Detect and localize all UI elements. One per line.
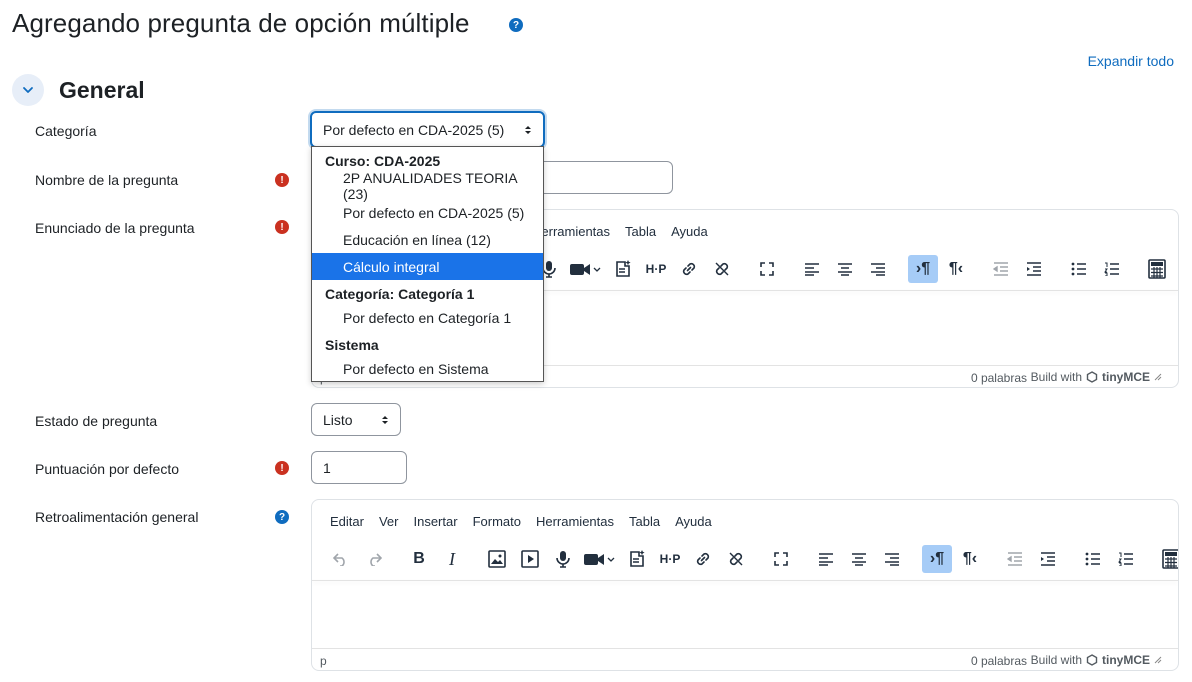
ltr-icon[interactable]: ›¶ <box>908 255 938 283</box>
menu-editar[interactable]: Editar <box>330 514 364 529</box>
editor-toolbar: H·P ›¶ ¶‹ <box>534 252 1175 286</box>
redo-icon[interactable] <box>359 545 389 573</box>
question-name-label: Nombre de la pregunta <box>35 172 179 188</box>
outdent-icon[interactable] <box>986 255 1016 283</box>
help-icon[interactable]: ? <box>275 510 289 524</box>
category-dropdown-list[interactable]: Curso: CDA-2025 2P ANUALIDADES TEORIA (2… <box>311 146 544 382</box>
menu-ayuda[interactable]: Ayuda <box>675 514 712 529</box>
help-icon[interactable]: ? <box>509 18 523 32</box>
tinymce-logo-icon <box>1086 371 1098 383</box>
italic-icon[interactable]: I <box>437 545 467 573</box>
default-mark-input[interactable]: 1 <box>311 451 407 484</box>
bullet-list-icon[interactable] <box>1064 255 1094 283</box>
indent-icon[interactable] <box>1019 255 1049 283</box>
option-defecto-sistema[interactable]: Por defecto en Sistema <box>312 355 543 382</box>
fullscreen-icon[interactable] <box>752 255 782 283</box>
option-educacion-linea[interactable]: Educación en línea (12) <box>312 226 543 253</box>
numbered-list-icon[interactable] <box>1111 545 1141 573</box>
align-left-icon[interactable] <box>811 545 841 573</box>
editor-toolbar: B I H·P ›¶ ¶‹ <box>326 542 1178 576</box>
h5p-icon[interactable]: H·P <box>655 545 685 573</box>
option-defecto-categoria-1[interactable]: Por defecto en Categoría 1 <box>312 304 543 331</box>
align-left-icon[interactable] <box>797 255 827 283</box>
resize-handle-icon[interactable] <box>1154 656 1162 664</box>
menu-ver[interactable]: Ver <box>379 514 399 529</box>
status-select-value: Listo <box>323 411 353 428</box>
element-path[interactable]: p <box>320 654 327 668</box>
category-select[interactable]: Por defecto en CDA-2025 (5) <box>310 111 545 148</box>
page-title: Agregando pregunta de opción múltiple <box>12 8 470 38</box>
question-text-label: Enunciado de la pregunta <box>35 220 195 236</box>
status-select[interactable]: Listo <box>311 403 401 436</box>
category-label: Categoría <box>35 123 97 139</box>
align-right-icon[interactable] <box>863 255 893 283</box>
required-icon: ! <box>275 461 289 475</box>
default-mark-value: 1 <box>323 459 331 476</box>
select-caret-icon <box>524 124 532 136</box>
general-feedback-editor[interactable]: Editar Ver Insertar Formato Herramientas… <box>311 499 1179 671</box>
default-mark-label: Puntuación por defecto <box>35 461 179 477</box>
editor-menubar: Editar Ver Insertar Formato Herramientas… <box>330 514 727 529</box>
link-icon[interactable] <box>688 545 718 573</box>
indent-icon[interactable] <box>1033 545 1063 573</box>
h5p-icon[interactable]: H·P <box>641 255 671 283</box>
rtl-icon[interactable]: ¶‹ <box>955 545 985 573</box>
link-icon[interactable] <box>674 255 704 283</box>
unlink-icon[interactable] <box>721 545 751 573</box>
rtl-icon[interactable]: ¶‹ <box>941 255 971 283</box>
menu-ayuda[interactable]: Ayuda <box>671 224 708 239</box>
calculator-icon[interactable] <box>1142 255 1172 283</box>
calculator-icon[interactable] <box>1156 545 1178 573</box>
editor-statusbar: p 0 palabras Build with tinyMCE <box>312 648 1178 670</box>
video-icon[interactable] <box>567 255 605 283</box>
expand-all-link[interactable]: Expandir todo <box>1088 53 1174 69</box>
option-calculo-integral[interactable]: Cálculo integral <box>312 253 543 280</box>
category-select-value: Por defecto en CDA-2025 (5) <box>323 121 505 138</box>
menu-tabla[interactable]: Tabla <box>629 514 660 529</box>
outdent-icon[interactable] <box>1000 545 1030 573</box>
menu-tabla[interactable]: Tabla <box>625 224 656 239</box>
ai-document-icon[interactable] <box>622 545 652 573</box>
chevron-down-icon <box>23 87 33 93</box>
section-collapse-toggle[interactable] <box>12 74 44 106</box>
ai-document-icon[interactable] <box>608 255 638 283</box>
required-icon: ! <box>275 173 289 187</box>
optgroup-curso: Curso: CDA-2025 <box>325 153 441 169</box>
fullscreen-icon[interactable] <box>766 545 796 573</box>
tinymce-branding[interactable]: Build with tinyMCE <box>1031 370 1162 384</box>
image-icon[interactable] <box>482 545 512 573</box>
select-caret-icon <box>381 414 389 426</box>
ltr-icon[interactable]: ›¶ <box>922 545 952 573</box>
video-icon[interactable] <box>581 545 619 573</box>
status-label: Estado de pregunta <box>35 413 158 429</box>
unlink-icon[interactable] <box>707 255 737 283</box>
media-icon[interactable] <box>515 545 545 573</box>
numbered-list-icon[interactable] <box>1097 255 1127 283</box>
word-count[interactable]: 0 palabras <box>971 371 1027 385</box>
word-count[interactable]: 0 palabras <box>971 654 1027 668</box>
tinymce-branding[interactable]: Build with tinyMCE <box>1031 653 1162 667</box>
option-2p-anualidades[interactable]: 2P ANUALIDADES TEORIA (23) <box>312 170 543 202</box>
optgroup-sistema: Sistema <box>325 337 379 353</box>
general-feedback-label: Retroalimentación general <box>35 509 199 525</box>
align-center-icon[interactable] <box>844 545 874 573</box>
align-center-icon[interactable] <box>830 255 860 283</box>
optgroup-categoria-1: Categoría: Categoría 1 <box>325 286 475 302</box>
required-icon: ! <box>275 220 289 234</box>
bold-icon[interactable]: B <box>404 545 434 573</box>
undo-icon[interactable] <box>326 545 356 573</box>
resize-handle-icon[interactable] <box>1154 373 1162 381</box>
editor-menubar: Herramientas Tabla Ayuda <box>532 224 723 239</box>
microphone-icon[interactable] <box>548 545 578 573</box>
section-title: General <box>59 77 145 103</box>
tinymce-logo-icon <box>1086 654 1098 666</box>
menu-insertar[interactable]: Insertar <box>413 514 457 529</box>
align-right-icon[interactable] <box>877 545 907 573</box>
menu-formato[interactable]: Formato <box>473 514 521 529</box>
option-defecto-cda[interactable]: Por defecto en CDA-2025 (5) <box>312 199 543 226</box>
bullet-list-icon[interactable] <box>1078 545 1108 573</box>
menu-herramientas[interactable]: Herramientas <box>536 514 614 529</box>
